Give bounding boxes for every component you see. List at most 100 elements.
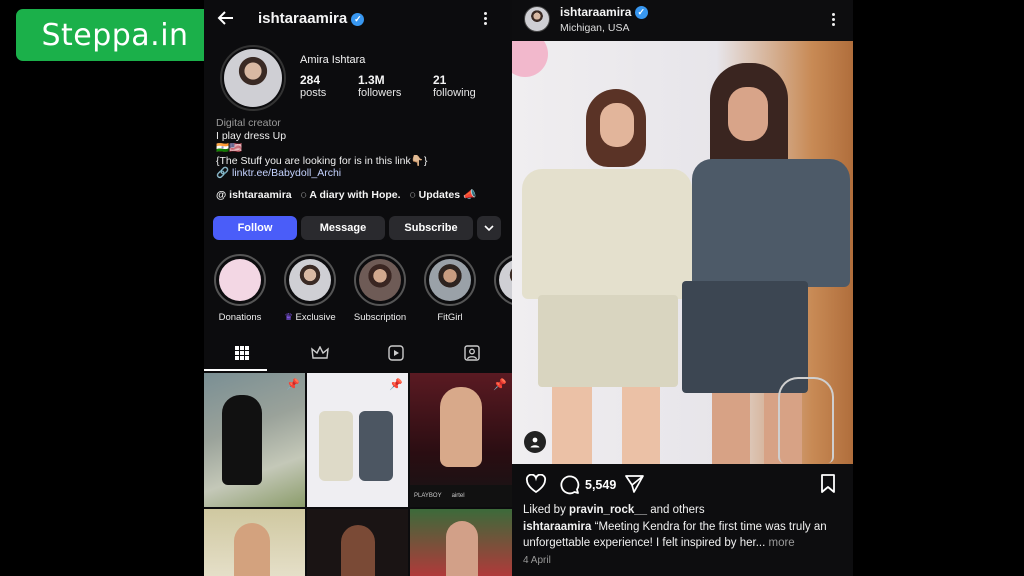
highlight-ex[interactable]: Ex bbox=[492, 254, 512, 323]
highlight-subscription[interactable]: Subscription bbox=[352, 254, 408, 323]
post-date: 4 April bbox=[523, 555, 551, 566]
pin-icon: 📌 bbox=[286, 379, 300, 391]
balloon bbox=[512, 41, 548, 77]
post-figure bbox=[440, 387, 482, 467]
grid-post[interactable] bbox=[307, 509, 408, 576]
airtel-logo: airtel bbox=[451, 493, 465, 499]
post-author-avatar[interactable] bbox=[524, 6, 550, 32]
tab-subscriptions[interactable] bbox=[310, 344, 330, 362]
tab-posts-grid[interactable] bbox=[232, 344, 252, 362]
crown-icon bbox=[311, 346, 329, 359]
heart-icon bbox=[525, 473, 547, 494]
display-name: Amira Ishtara bbox=[300, 54, 366, 66]
highlight-image bbox=[219, 259, 261, 301]
person-leg bbox=[712, 393, 750, 464]
stat-followers-label: followers bbox=[358, 87, 402, 99]
more-options-icon[interactable] bbox=[484, 12, 488, 27]
grid-post[interactable]: 📌 bbox=[307, 373, 408, 507]
stat-following-value: 21 bbox=[433, 73, 447, 87]
suggested-dropdown-button[interactable] bbox=[477, 216, 501, 240]
post-figure bbox=[319, 411, 353, 481]
message-button[interactable]: Message bbox=[301, 216, 385, 240]
comment-button[interactable]: 5,549 bbox=[559, 474, 616, 495]
bio-link-text: linktr.ee/Babydoll_Archi bbox=[232, 167, 342, 179]
threads-handle[interactable]: ishtaraamira bbox=[229, 189, 291, 201]
watermark-badge: Steppa.in bbox=[16, 9, 214, 61]
highlight-label: Donations bbox=[218, 312, 262, 323]
header-username: ishtaraamira ✓ bbox=[258, 10, 365, 27]
playboy-logo: PLAYBOY bbox=[414, 493, 442, 499]
verified-icon: ✓ bbox=[634, 6, 648, 20]
stat-followers-value: 1.3M bbox=[358, 73, 385, 87]
grid-post[interactable]: PLAYBOY airtel 📌 bbox=[410, 373, 512, 507]
bio: Digital creator I play dress Up 🇮🇳🇺🇸 {Th… bbox=[216, 117, 506, 180]
crown-icon: ♛ bbox=[284, 312, 293, 323]
like-button[interactable] bbox=[525, 473, 547, 499]
liked-by-suffix[interactable]: and others bbox=[650, 504, 704, 516]
comment-count: 5,549 bbox=[585, 477, 617, 492]
channels-row: @ ishtaraamira ◌ A diary with Hope. ◌ Up… bbox=[216, 188, 476, 201]
caption-more-link[interactable]: more bbox=[769, 537, 795, 549]
follow-button[interactable]: Follow bbox=[213, 216, 297, 240]
profile-panel: ishtaraamira ✓ Amira Ishtara 284 posts 1… bbox=[204, 0, 512, 576]
channel-updates[interactable]: Updates 📣 bbox=[419, 189, 476, 201]
pin-icon: 📌 bbox=[493, 379, 507, 391]
grid-post[interactable] bbox=[410, 509, 512, 576]
grid-icon bbox=[235, 346, 249, 360]
channel-diary[interactable]: A diary with Hope. bbox=[309, 189, 400, 201]
liked-by-user[interactable]: pravin_rock__ bbox=[569, 504, 647, 516]
person-jacket bbox=[692, 159, 850, 287]
subscribe-button[interactable]: Subscribe bbox=[389, 216, 473, 240]
highlight-label: FitGirl bbox=[437, 312, 463, 323]
person-face bbox=[600, 103, 634, 147]
highlight-donations[interactable]: Donations bbox=[212, 254, 268, 323]
highlight-fitgirl[interactable]: FitGirl bbox=[422, 254, 478, 323]
bio-link[interactable]: 🔗 linktr.ee/Babydoll_Archi bbox=[216, 167, 506, 180]
bio-line: I play dress Up bbox=[216, 129, 287, 142]
bio-category: Digital creator bbox=[216, 117, 281, 129]
person-skirt bbox=[538, 295, 678, 387]
stat-posts-value: 284 bbox=[300, 73, 321, 87]
post-more-options-icon[interactable] bbox=[832, 13, 836, 28]
stat-posts-label: posts bbox=[300, 87, 327, 99]
tagged-people-icon[interactable] bbox=[524, 431, 546, 453]
stat-posts[interactable]: 284 posts bbox=[300, 73, 326, 99]
post-figure bbox=[341, 525, 375, 576]
post-figure bbox=[359, 411, 393, 481]
highlight-image bbox=[429, 259, 471, 301]
share-button[interactable] bbox=[624, 474, 645, 499]
tagged-user-icon bbox=[464, 345, 480, 361]
profile-avatar[interactable] bbox=[220, 45, 286, 111]
post-author[interactable]: ishtaraamira ✓ bbox=[560, 5, 648, 20]
profile-avatar-image bbox=[224, 49, 282, 107]
post-panel: ishtaraamira ✓ Michigan, USA 5,549 Liked… bbox=[512, 0, 853, 576]
handbag-chain bbox=[778, 377, 834, 463]
post-image[interactable] bbox=[512, 41, 853, 464]
reels-icon bbox=[388, 345, 404, 361]
caption-username[interactable]: ishtaraamira bbox=[523, 521, 591, 533]
grid-post[interactable] bbox=[204, 509, 305, 576]
post-figure bbox=[446, 521, 478, 576]
grid-post[interactable]: 📌 bbox=[204, 373, 305, 507]
tab-reels[interactable] bbox=[386, 344, 406, 362]
post-location[interactable]: Michigan, USA bbox=[560, 22, 629, 34]
bio-line: {The Stuff you are looking for is in thi… bbox=[216, 154, 428, 167]
highlight-label-text: Exclusive bbox=[295, 312, 336, 323]
post-caption: ishtaraamira “Meeting Kendra for the fir… bbox=[523, 519, 848, 551]
header-username-text: ishtaraamira bbox=[258, 10, 348, 27]
highlight-exclusive[interactable]: ♛ Exclusive bbox=[282, 254, 338, 323]
person-face bbox=[728, 87, 768, 141]
post-figure bbox=[222, 395, 262, 485]
highlight-label: Ex bbox=[492, 312, 512, 323]
liked-by-prefix: Liked by bbox=[523, 504, 566, 516]
save-button[interactable] bbox=[820, 474, 836, 498]
back-arrow-icon[interactable] bbox=[216, 8, 236, 28]
link-icon: 🔗 bbox=[216, 167, 230, 179]
person-leg bbox=[622, 387, 660, 464]
stat-following[interactable]: 21 following bbox=[433, 73, 476, 99]
tab-tagged[interactable] bbox=[462, 344, 482, 362]
threads-icon: @ bbox=[216, 189, 227, 201]
stat-followers[interactable]: 1.3M followers bbox=[358, 73, 401, 99]
send-icon bbox=[625, 475, 644, 493]
channel-icon: ◌ bbox=[409, 189, 416, 201]
